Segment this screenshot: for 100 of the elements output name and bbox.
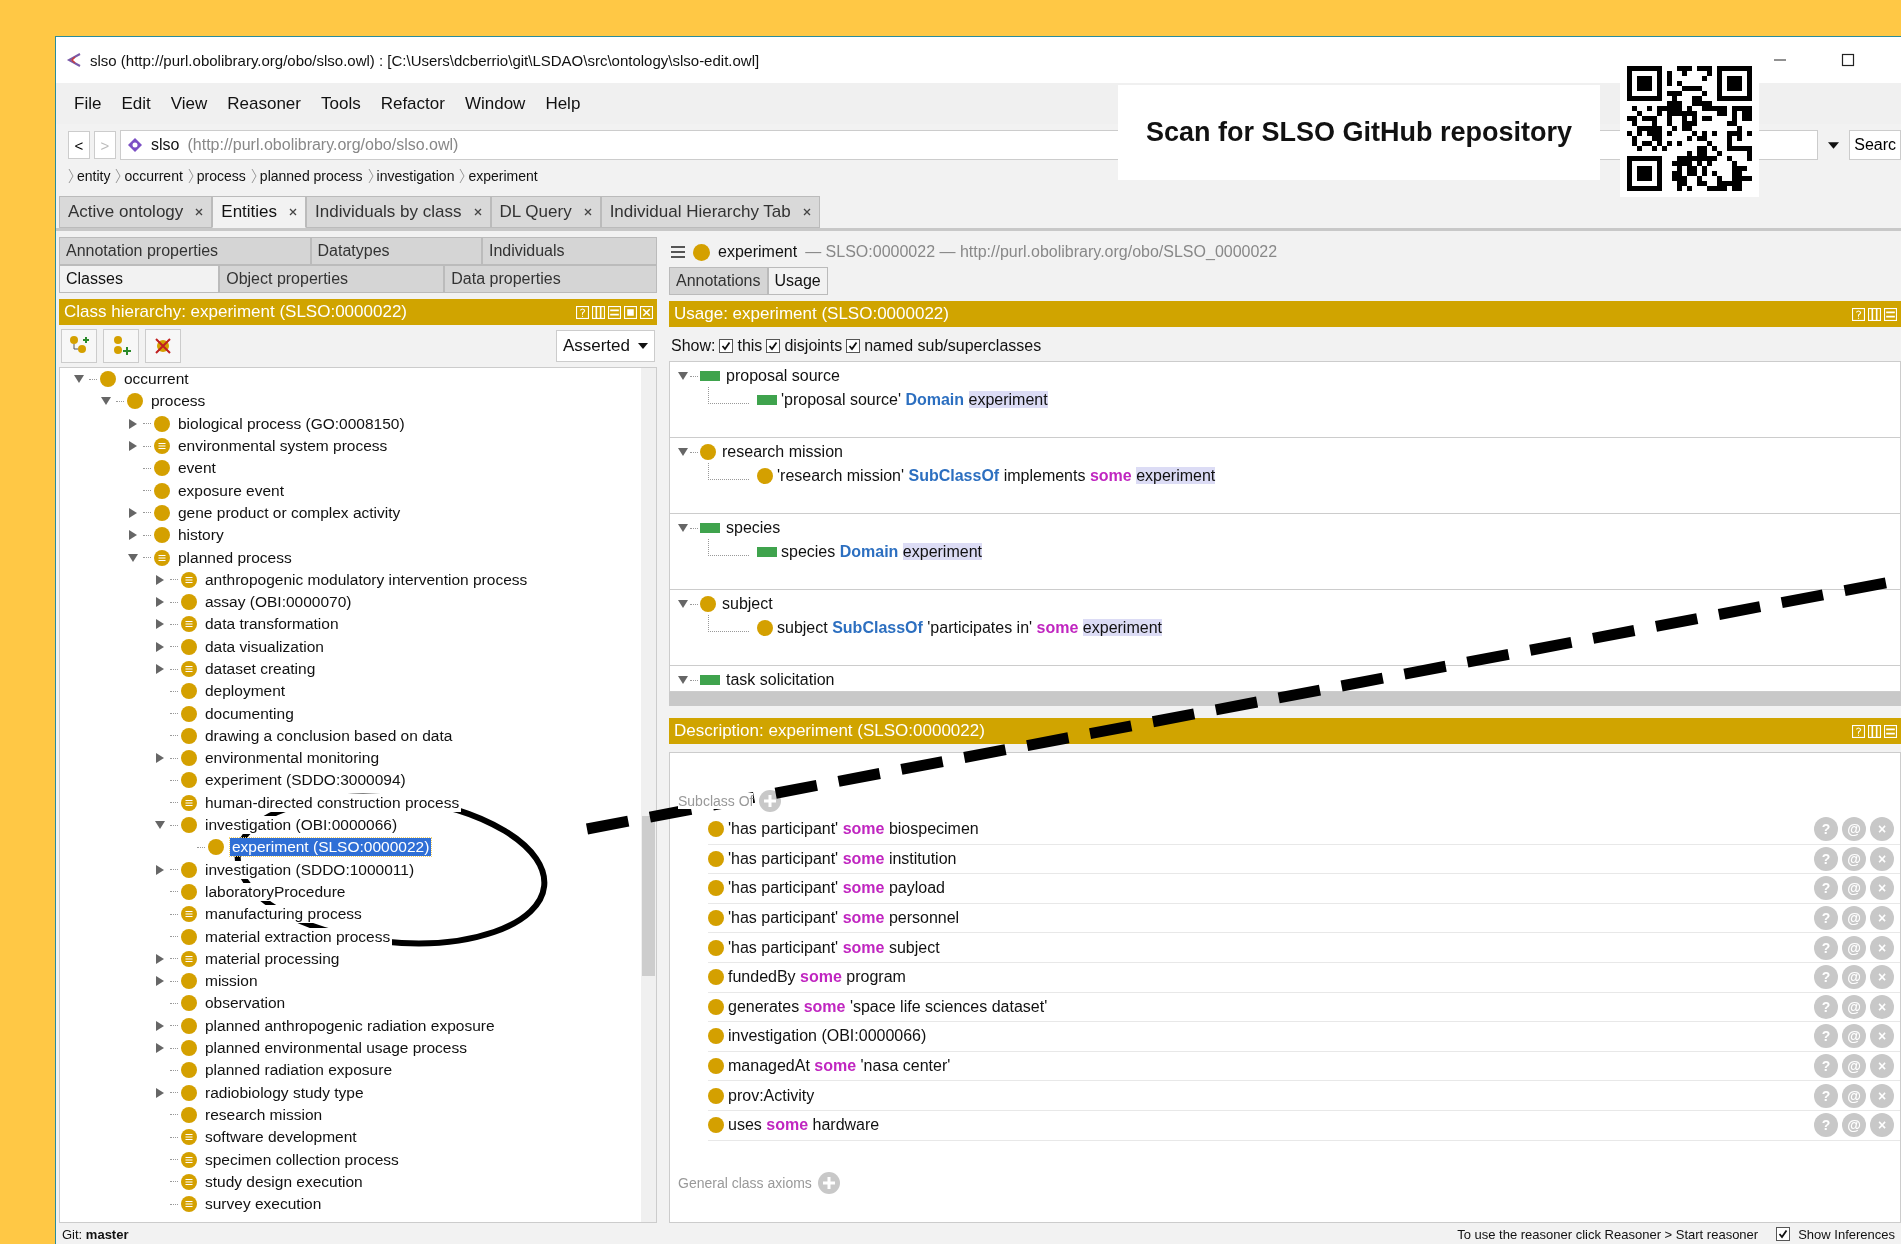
class-expression[interactable]: fundedBy some program — [728, 968, 906, 987]
view-tab[interactable]: Object properties — [219, 265, 445, 293]
usage-entity[interactable]: species — [726, 519, 781, 537]
class-expression[interactable]: uses some hardware — [728, 1116, 880, 1135]
breadcrumb-item[interactable]: investigation — [376, 168, 455, 184]
collapsed-toggle-icon[interactable] — [155, 664, 165, 674]
close-icon[interactable] — [289, 208, 298, 216]
tree-item[interactable]: human-directed construction process — [203, 793, 462, 812]
collapsed-toggle-icon[interactable] — [128, 441, 138, 452]
class-expression[interactable]: prov:Activity — [728, 1086, 815, 1105]
search-button[interactable]: Searc — [1849, 130, 1901, 160]
class-expression[interactable]: 'has participant' some subject — [728, 938, 940, 957]
tree-item[interactable]: survey execution — [203, 1195, 324, 1214]
expanded-toggle-icon[interactable] — [678, 447, 688, 457]
collapsed-toggle-icon[interactable] — [155, 1043, 165, 1054]
menu-icon[interactable] — [671, 246, 685, 258]
menu-item[interactable]: Help — [535, 93, 591, 114]
axiom-text[interactable]: 'proposal source' Domain experiment — [781, 391, 1048, 409]
tree-item[interactable]: investigation (SDDO:1000011) — [203, 860, 417, 879]
expanded-toggle-icon[interactable] — [678, 371, 688, 381]
tree-item[interactable]: environmental monitoring — [203, 749, 382, 768]
view-tab[interactable]: Annotations — [669, 267, 768, 295]
collapsed-toggle-icon[interactable] — [155, 1020, 165, 1031]
view-tab[interactable]: Usage — [767, 267, 828, 295]
tree-item[interactable]: material extraction process — [203, 927, 393, 946]
tree-item[interactable]: planned radiation exposure — [203, 1061, 394, 1080]
expanded-toggle-icon[interactable] — [678, 675, 688, 685]
breadcrumb-item[interactable]: entity — [77, 168, 111, 184]
scrollbar-thumb[interactable] — [642, 816, 655, 976]
expanded-toggle-icon[interactable] — [155, 820, 165, 831]
add-icon[interactable] — [759, 790, 782, 812]
breadcrumb-item[interactable]: experiment — [468, 168, 538, 184]
collapsed-toggle-icon[interactable] — [155, 976, 165, 987]
close-icon[interactable] — [583, 208, 592, 216]
close-icon[interactable] — [473, 208, 482, 216]
expanded-toggle-icon[interactable] — [128, 552, 138, 563]
axiom-text[interactable]: species Domain experiment — [781, 543, 982, 561]
breadcrumb-item[interactable]: planned process — [259, 168, 363, 184]
usage-entity[interactable]: task solicitation — [726, 671, 835, 689]
class-expression[interactable]: 'has participant' some biospecimen — [728, 820, 979, 839]
tree-item[interactable]: experiment (SDDO:3000094) — [203, 771, 408, 790]
tree-item[interactable]: deployment — [203, 682, 288, 701]
maximize-icon[interactable] — [1841, 53, 1855, 67]
tree-item[interactable]: manufacturing process — [203, 905, 364, 924]
back-button[interactable]: < — [68, 131, 90, 159]
view-tab[interactable]: Individuals — [481, 237, 657, 265]
class-expression[interactable]: 'has participant' some institution — [728, 849, 957, 868]
checkbox[interactable] — [719, 339, 734, 353]
view-tab[interactable]: Annotation properties — [59, 237, 311, 265]
collapsed-toggle-icon[interactable] — [155, 1087, 165, 1098]
collapsed-toggle-icon[interactable] — [155, 953, 165, 964]
view-tab[interactable]: Data properties — [444, 265, 657, 293]
tab[interactable]: Entities — [212, 196, 307, 228]
tab[interactable]: Active ontology — [59, 196, 213, 228]
breadcrumb-item[interactable]: process — [196, 168, 246, 184]
class-expression[interactable]: 'has participant' some payload — [728, 879, 945, 898]
menu-item[interactable]: Window — [454, 93, 536, 114]
view-tab[interactable]: Datatypes — [310, 237, 482, 265]
menu-item[interactable]: Edit — [111, 93, 161, 114]
expanded-toggle-icon[interactable] — [74, 374, 84, 385]
dropdown-caret-icon[interactable] — [1828, 141, 1840, 149]
delete-class-button[interactable] — [145, 329, 181, 363]
usage-entity[interactable]: subject — [722, 595, 773, 613]
tab[interactable]: DL Query — [490, 196, 601, 228]
class-expression[interactable]: managedAt some 'nasa center' — [728, 1057, 951, 1076]
collapsed-toggle-icon[interactable] — [155, 574, 165, 585]
tab[interactable]: Individual Hierarchy Tab — [600, 196, 820, 228]
scrollbar[interactable] — [669, 692, 1901, 706]
checkbox[interactable] — [766, 339, 781, 353]
checkbox[interactable] — [846, 339, 861, 353]
tree-item[interactable]: experiment (SLSO:0000022) — [230, 838, 432, 857]
tree-item[interactable]: investigation (OBI:0000066) — [203, 816, 400, 835]
menu-item[interactable]: Tools — [310, 93, 371, 114]
tree-item[interactable]: planned environmental usage process — [203, 1039, 469, 1058]
close-icon[interactable] — [195, 208, 204, 216]
usage-entity[interactable]: proposal source — [726, 367, 840, 385]
hierarchy-mode-dropdown[interactable]: Asserted — [555, 330, 655, 362]
class-expression[interactable]: generates some 'space life sciences dataset' — [728, 997, 1048, 1016]
tree-item[interactable]: environmental system process — [176, 437, 390, 456]
expanded-toggle-icon[interactable] — [678, 523, 688, 533]
menu-item[interactable]: File — [64, 93, 112, 114]
expanded-toggle-icon[interactable] — [678, 599, 688, 609]
tree-item[interactable]: dataset creating — [203, 660, 318, 678]
close-icon[interactable] — [802, 208, 811, 216]
collapsed-toggle-icon[interactable] — [155, 641, 165, 652]
class-expression[interactable]: investigation (OBI:0000066) — [728, 1027, 927, 1046]
view-tab[interactable]: Classes — [59, 265, 220, 293]
class-expression[interactable]: 'has participant' some personnel — [728, 909, 960, 928]
menu-item[interactable]: View — [160, 93, 218, 114]
collapsed-toggle-icon[interactable] — [128, 507, 138, 518]
collapsed-toggle-icon[interactable] — [155, 597, 165, 608]
menu-item[interactable]: Refactor — [370, 93, 455, 114]
tree-item[interactable]: laboratoryProcedure — [203, 882, 348, 901]
collapsed-toggle-icon[interactable] — [155, 753, 165, 764]
tree-item[interactable]: history — [176, 526, 226, 545]
breadcrumb-item[interactable]: occurrent — [124, 168, 183, 184]
scrollbar[interactable] — [641, 368, 656, 1222]
add-sibling-button[interactable] — [103, 329, 139, 363]
collapsed-toggle-icon[interactable] — [155, 619, 165, 630]
collapsed-toggle-icon[interactable] — [128, 418, 138, 429]
